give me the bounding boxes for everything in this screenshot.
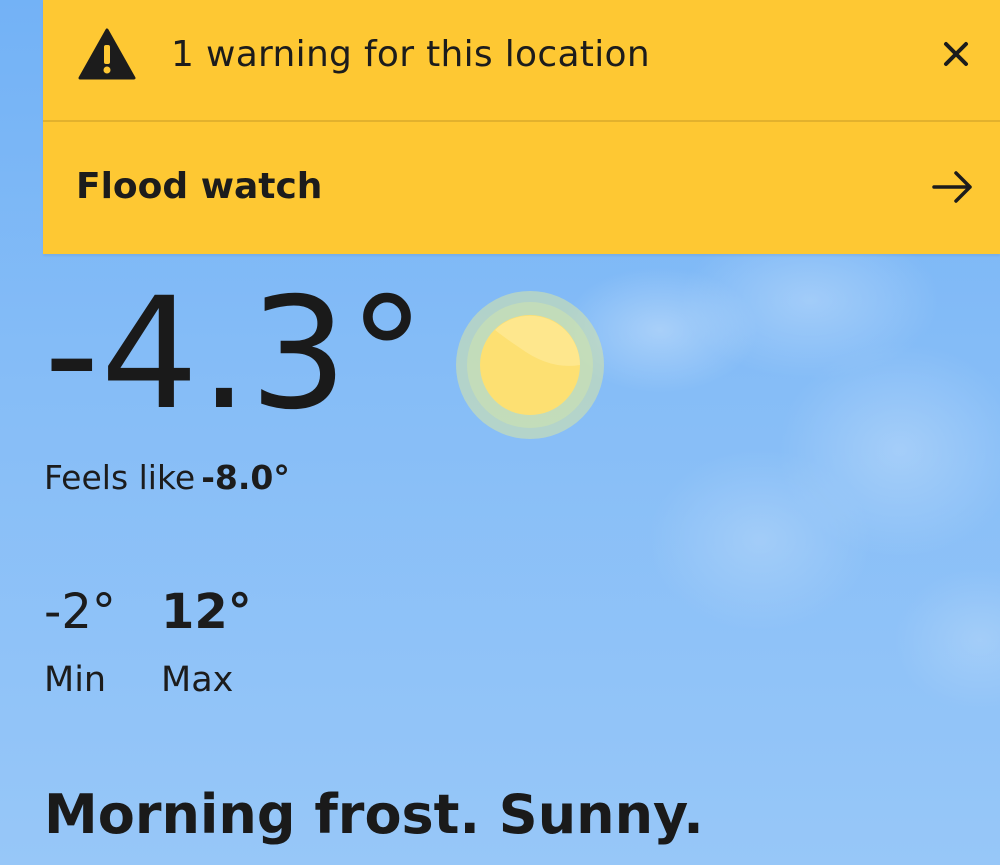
arrow-right-icon [932,171,972,203]
warning-item-label: Flood watch [76,166,323,207]
max-value: 12° [161,584,252,640]
warning-count-text: 1 warning for this location [171,34,650,75]
warning-triangle-icon [78,28,136,80]
min-label: Min [44,660,107,700]
feels-like-value: -8.0° [201,458,290,497]
feels-like-label: Feels like [44,458,196,497]
min-temperature: -2° Min [44,582,116,700]
weather-summary: Morning frost. Sunny. [44,783,704,846]
warning-header: 1 warning for this location [43,0,1000,122]
sun-icon [456,291,604,439]
max-temperature: 12° Max [161,582,252,700]
current-temperature: -4.3° [44,265,427,444]
min-value: -2° [44,584,116,640]
feels-like: Feels like -8.0° [44,458,290,497]
close-icon[interactable] [942,40,970,68]
warning-item-flood-watch[interactable]: Flood watch [43,122,1000,254]
warning-banner: 1 warning for this location Flood watch [43,0,1000,254]
max-label: Max [161,660,234,700]
